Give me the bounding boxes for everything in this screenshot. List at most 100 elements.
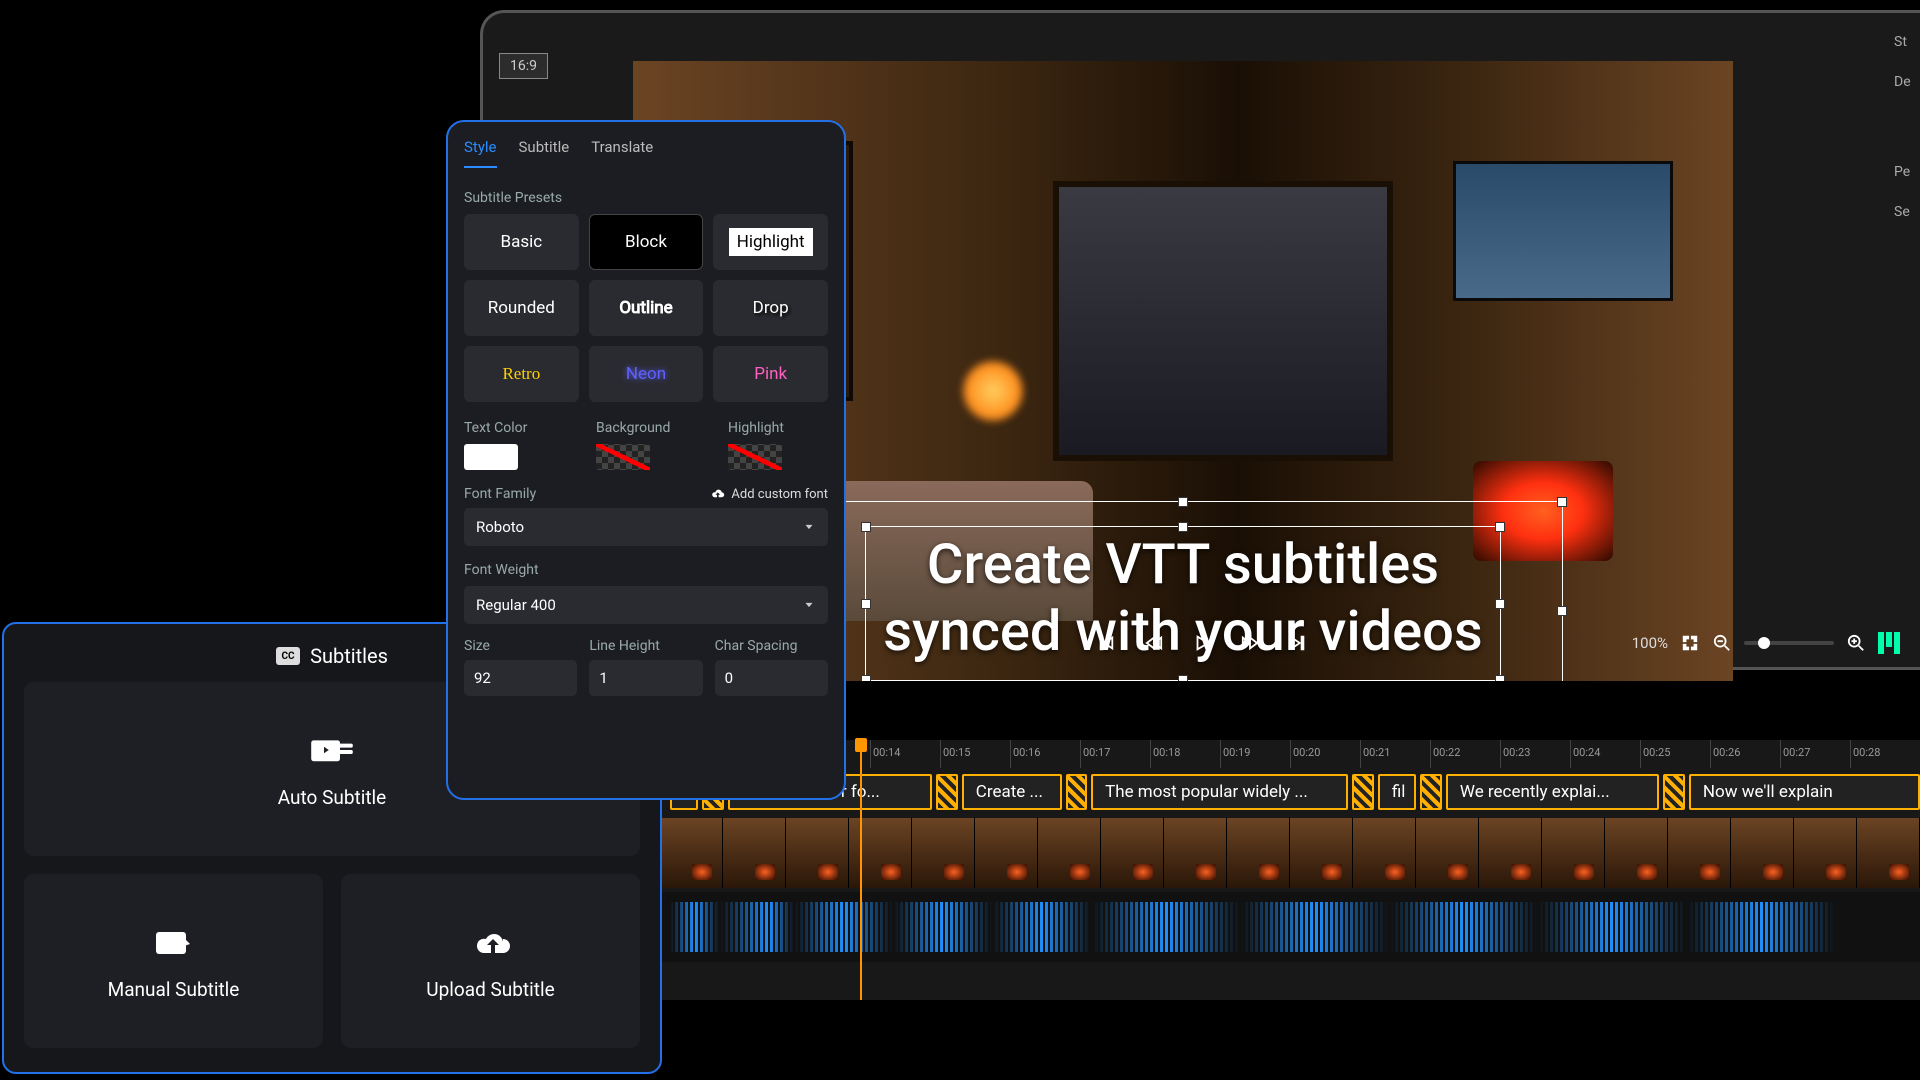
video-thumb[interactable] [1857, 818, 1920, 888]
resize-handle-tr[interactable] [1557, 497, 1567, 507]
time-tick[interactable]: 00:27 [1780, 740, 1850, 768]
add-custom-font-button[interactable]: Add custom font [709, 487, 828, 502]
char-spacing-input[interactable] [715, 660, 828, 696]
video-thumb[interactable] [723, 818, 786, 888]
subtitle-clip[interactable]: Now we'll explain [1689, 774, 1920, 810]
preset-outline[interactable]: Outline [589, 280, 704, 336]
tab-subtitle[interactable]: Subtitle [519, 132, 570, 168]
time-tick[interactable]: 00:22 [1430, 740, 1500, 768]
subtitle-gap[interactable] [1663, 774, 1685, 810]
size-input[interactable] [464, 660, 577, 696]
zoom-slider[interactable] [1744, 641, 1834, 645]
font-weight-select[interactable]: Regular 400 [464, 586, 828, 624]
preset-basic[interactable]: Basic [464, 214, 579, 270]
time-tick[interactable]: 00:18 [1150, 740, 1220, 768]
tab-translate[interactable]: Translate [591, 132, 653, 168]
time-tick[interactable]: 00:14 [870, 740, 940, 768]
subtitle-clip[interactable]: The most popular widely ... [1091, 774, 1348, 810]
resize-handle-bl[interactable] [861, 675, 871, 681]
video-thumb[interactable] [660, 818, 723, 888]
video-thumb[interactable] [1668, 818, 1731, 888]
play-button[interactable] [1192, 633, 1212, 653]
video-thumb[interactable] [1038, 818, 1101, 888]
subtitle-clip[interactable]: fil [1378, 774, 1417, 810]
aspect-ratio-badge[interactable]: 16:9 [499, 53, 548, 79]
timeline[interactable]: 00:1100:1200:1300:1400:1500:1600:1700:18… [660, 740, 1920, 1000]
fullscreen-button[interactable] [1680, 633, 1700, 653]
time-tick[interactable]: 00:24 [1570, 740, 1640, 768]
highlight-color-swatch[interactable] [728, 444, 782, 470]
video-thumb[interactable] [1731, 818, 1794, 888]
preset-rounded[interactable]: Rounded [464, 280, 579, 336]
preset-drop[interactable]: Drop [713, 280, 828, 336]
video-thumb[interactable] [1353, 818, 1416, 888]
text-color-swatch[interactable] [464, 444, 518, 470]
subtitle-gap[interactable] [936, 774, 958, 810]
video-thumb[interactable] [1542, 818, 1605, 888]
video-thumb[interactable] [1479, 818, 1542, 888]
video-thumb[interactable] [975, 818, 1038, 888]
zoom-slider-knob[interactable] [1758, 637, 1770, 649]
time-tick[interactable]: 00:28 [1850, 740, 1920, 768]
playhead[interactable] [860, 740, 862, 1000]
resize-handle-mr[interactable] [1495, 599, 1505, 609]
right-rail-item[interactable]: St [1894, 34, 1907, 50]
preset-block[interactable]: Block [589, 214, 704, 270]
time-tick[interactable]: 00:15 [940, 740, 1010, 768]
resize-handle-mr[interactable] [1557, 606, 1567, 616]
resize-handle-tl[interactable] [861, 522, 871, 532]
time-ruler[interactable]: 00:1100:1200:1300:1400:1500:1600:1700:18… [660, 740, 1920, 768]
resize-handle-ml[interactable] [861, 599, 871, 609]
manual-subtitle-button[interactable]: Manual Subtitle [24, 874, 323, 1048]
preset-pink[interactable]: Pink [713, 346, 828, 402]
preset-neon[interactable]: Neon [589, 346, 704, 402]
right-rail-item[interactable]: De [1894, 74, 1911, 90]
video-thumb[interactable] [849, 818, 912, 888]
video-thumb[interactable] [912, 818, 975, 888]
subtitle-gap[interactable] [1352, 774, 1374, 810]
video-thumb[interactable] [1794, 818, 1857, 888]
preset-highlight[interactable]: Highlight [713, 214, 828, 270]
font-family-select[interactable]: Roboto [464, 508, 828, 546]
preset-retro[interactable]: Retro [464, 346, 579, 402]
upload-subtitle-button[interactable]: Upload Subtitle [341, 874, 640, 1048]
resize-handle-tc[interactable] [1178, 497, 1188, 507]
rewind-button[interactable] [1144, 633, 1164, 653]
time-tick[interactable]: 00:25 [1640, 740, 1710, 768]
skip-start-button[interactable] [1096, 633, 1116, 653]
subtitle-gap[interactable] [1420, 774, 1442, 810]
video-thumb[interactable] [1605, 818, 1668, 888]
time-tick[interactable]: 00:26 [1710, 740, 1780, 768]
time-tick[interactable]: 00:20 [1290, 740, 1360, 768]
video-thumb[interactable] [1290, 818, 1353, 888]
time-tick[interactable]: 00:19 [1220, 740, 1290, 768]
video-track[interactable] [660, 818, 1920, 888]
forward-button[interactable] [1240, 633, 1260, 653]
zoom-out-button[interactable] [1712, 633, 1732, 653]
line-height-input[interactable] [589, 660, 702, 696]
resize-handle-br[interactable] [1495, 675, 1505, 681]
level-meter-icon[interactable] [1878, 632, 1900, 654]
video-thumb[interactable] [1164, 818, 1227, 888]
video-thumb[interactable] [786, 818, 849, 888]
background-color-swatch[interactable] [596, 444, 650, 470]
audio-track[interactable] [660, 892, 1920, 962]
time-tick[interactable]: 00:21 [1360, 740, 1430, 768]
tab-style[interactable]: Style [464, 132, 497, 168]
resize-handle-tr[interactable] [1495, 522, 1505, 532]
subtitle-clip[interactable]: We recently explai... [1446, 774, 1660, 810]
zoom-in-button[interactable] [1846, 633, 1866, 653]
video-thumb[interactable] [1227, 818, 1290, 888]
time-tick[interactable]: 00:23 [1500, 740, 1570, 768]
time-tick[interactable]: 00:17 [1080, 740, 1150, 768]
right-rail-item[interactable]: Se [1894, 204, 1910, 220]
resize-handle-bc[interactable] [1178, 675, 1188, 681]
subtitle-track[interactable]: .unavailable or fo...Create ...The most … [660, 772, 1920, 812]
subtitle-clip[interactable]: Create ... [962, 774, 1062, 810]
video-thumb[interactable] [1416, 818, 1479, 888]
video-thumb[interactable] [1101, 818, 1164, 888]
subtitle-gap[interactable] [1066, 774, 1088, 810]
right-rail-item[interactable]: Pe [1894, 164, 1910, 180]
skip-end-button[interactable] [1288, 633, 1308, 653]
time-tick[interactable]: 00:16 [1010, 740, 1080, 768]
